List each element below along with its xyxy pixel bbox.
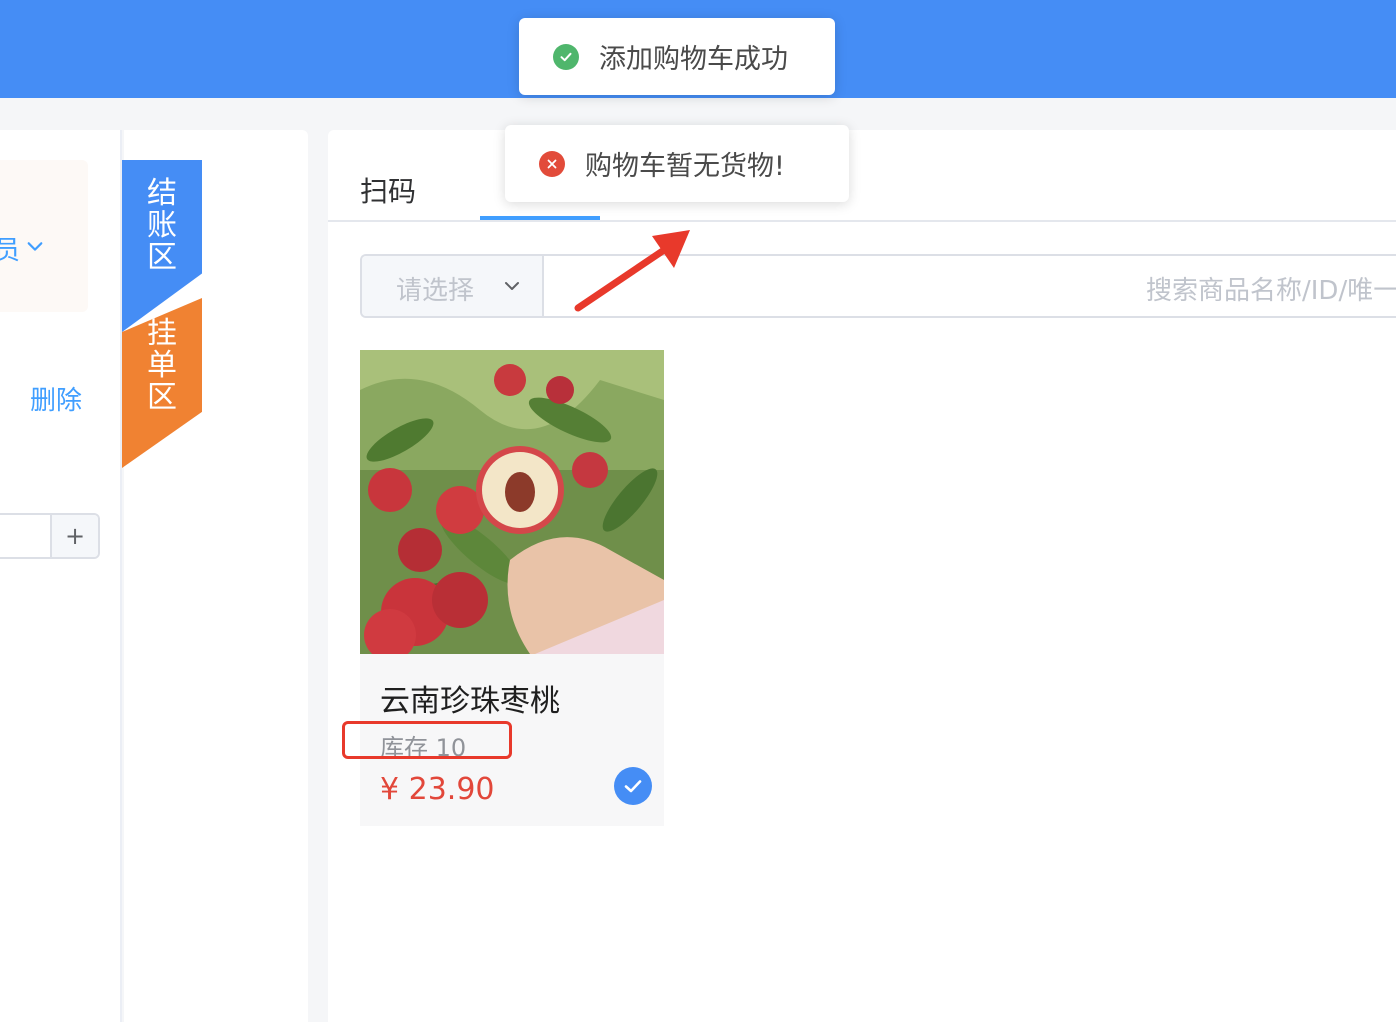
checkout-tab-char: 结 (147, 176, 177, 211)
arrow-annotation-icon (574, 230, 690, 312)
stepper-plus-button[interactable]: + (50, 515, 98, 557)
delete-item-link[interactable]: 删除 (30, 380, 82, 417)
search-input[interactable]: 搜索商品名称/ID/唯一码 (1146, 270, 1396, 307)
product-image (360, 350, 664, 654)
hold-tab-char: 区 (147, 380, 177, 415)
tab-scan[interactable]: 扫码 (360, 170, 416, 210)
chevron-down-icon (505, 282, 519, 290)
hold-tab-char: 单 (147, 348, 177, 383)
toast-success: 添加购物车成功 (519, 18, 835, 95)
select-placeholder: 请选择 (396, 276, 475, 306)
selected-check-icon[interactable] (614, 767, 652, 805)
checkout-tab-char: 区 (147, 240, 177, 275)
search-bar: 请选择 搜索商品名称/ID/唯一码 (360, 254, 1396, 318)
chevron-down-icon[interactable] (26, 237, 44, 255)
stock-highlight-annotation (342, 721, 512, 759)
plus-icon: + (64, 522, 86, 550)
tab-bar: 扫码 (328, 130, 1396, 222)
close-circle-icon (539, 150, 565, 177)
hold-tab-char: 挂 (147, 316, 177, 351)
product-name: 云南珍珠枣桃 (380, 684, 560, 719)
product-price: ¥ 23.90 (380, 772, 495, 807)
member-selector-box[interactable]: 员 (0, 160, 88, 312)
quantity-stepper[interactable]: + (0, 513, 100, 559)
member-select-label[interactable]: 员 (0, 230, 20, 267)
toast-success-text: 添加购物车成功 (599, 44, 788, 75)
check-circle-icon (553, 43, 579, 70)
checkout-tab-char: 账 (147, 208, 177, 243)
toast-error: 购物车暂无货物! (505, 125, 849, 202)
cart-panel: 员 删除 + (0, 130, 122, 1022)
toast-error-text: 购物车暂无货物! (585, 151, 785, 182)
category-select[interactable]: 请选择 (362, 256, 544, 316)
